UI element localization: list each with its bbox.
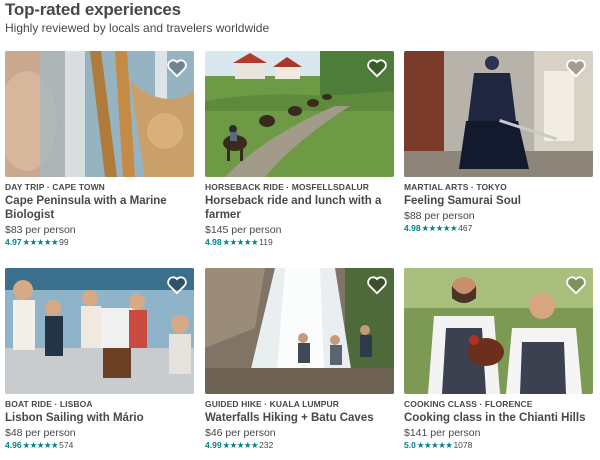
page-title: Top-rated experiences	[5, 0, 181, 19]
review-count: 119	[259, 237, 273, 247]
experience-category: DAY TRIP · CAPE TOWN	[5, 182, 105, 192]
experience-card[interactable]: COOKING CLASS · FLORENCE Cooking class i…	[404, 268, 593, 451]
experience-rating: 5.0★★★★★1078	[404, 440, 593, 451]
experience-title[interactable]: Cape Peninsula with a Marine Biologist	[5, 194, 194, 222]
experience-rating: 4.96★★★★★574	[5, 440, 194, 451]
star-icon: ★★★★★	[222, 440, 259, 450]
save-heart-button[interactable]	[166, 58, 188, 78]
rating-score: 5.0	[404, 440, 416, 450]
save-heart-button[interactable]	[366, 275, 388, 295]
experience-title[interactable]: Cooking class in the Chianti Hills	[404, 411, 593, 425]
heart-icon	[566, 276, 586, 295]
experience-photo[interactable]	[5, 51, 194, 177]
save-heart-button[interactable]	[565, 275, 587, 295]
experience-photo[interactable]	[404, 51, 593, 177]
experience-card[interactable]: BOAT RIDE · LISBOA Lisbon Sailing with M…	[5, 268, 194, 451]
rating-score: 4.96	[5, 440, 22, 450]
heart-icon	[566, 59, 586, 78]
rating-score: 4.98	[404, 223, 421, 233]
experience-rating: 4.97★★★★★99	[5, 237, 194, 248]
rating-score: 4.97	[5, 237, 22, 247]
experience-card[interactable]: GUIDED HIKE · KUALA LUMPUR Waterfalls Hi…	[205, 268, 394, 451]
review-count: 232	[259, 440, 274, 450]
experience-rating: 4.98★★★★★467	[404, 223, 593, 234]
rating-score: 4.99	[205, 440, 222, 450]
experience-card[interactable]: HORSEBACK RIDE · MOSFELLSDALUR Horseback…	[205, 51, 394, 248]
experience-title[interactable]: Horseback ride and lunch with a farmer	[205, 194, 394, 222]
save-heart-button[interactable]	[166, 275, 188, 295]
experience-price: $88 per person	[404, 210, 475, 222]
save-heart-button[interactable]	[565, 58, 587, 78]
experience-price: $48 per person	[5, 427, 76, 439]
star-icon: ★★★★★	[421, 223, 458, 233]
review-count: 99	[59, 237, 69, 247]
experience-title[interactable]: Feeling Samurai Soul	[404, 194, 593, 208]
experience-card[interactable]: MARTIAL ARTS · TOKYO Feeling Samurai Sou…	[404, 51, 593, 234]
heart-icon	[367, 59, 387, 78]
experience-price: $83 per person	[5, 224, 76, 236]
save-heart-button[interactable]	[366, 58, 388, 78]
star-icon: ★★★★★	[416, 440, 453, 450]
experience-title[interactable]: Waterfalls Hiking + Batu Caves	[205, 411, 394, 425]
experience-rating: 4.99★★★★★232	[205, 440, 394, 451]
experience-photo[interactable]	[5, 268, 194, 394]
rating-score: 4.98	[205, 237, 222, 247]
experience-price: $145 per person	[205, 224, 282, 236]
heart-icon	[167, 59, 187, 78]
experience-photo[interactable]	[205, 268, 394, 394]
experience-category: HORSEBACK RIDE · MOSFELLSDALUR	[205, 182, 370, 192]
experience-photo[interactable]	[404, 268, 593, 394]
star-icon: ★★★★★	[22, 237, 59, 247]
review-count: 574	[59, 440, 74, 450]
experience-title[interactable]: Lisbon Sailing with Mário	[5, 411, 194, 425]
review-count: 1078	[453, 440, 473, 450]
experience-price: $46 per person	[205, 427, 276, 439]
heart-icon	[367, 276, 387, 295]
experience-card[interactable]: DAY TRIP · CAPE TOWN Cape Peninsula with…	[5, 51, 194, 248]
experience-category: MARTIAL ARTS · TOKYO	[404, 182, 507, 192]
experience-category: COOKING CLASS · FLORENCE	[404, 399, 533, 409]
experience-rating: 4.98★★★★★119	[205, 237, 394, 248]
experience-category: GUIDED HIKE · KUALA LUMPUR	[205, 399, 340, 409]
star-icon: ★★★★★	[222, 237, 259, 247]
star-icon: ★★★★★	[22, 440, 59, 450]
experience-photo[interactable]	[205, 51, 394, 177]
experience-price: $141 per person	[404, 427, 481, 439]
review-count: 467	[458, 223, 473, 233]
experience-category: BOAT RIDE · LISBOA	[5, 399, 93, 409]
page-subtitle: Highly reviewed by locals and travelers …	[5, 21, 270, 35]
heart-icon	[167, 276, 187, 295]
